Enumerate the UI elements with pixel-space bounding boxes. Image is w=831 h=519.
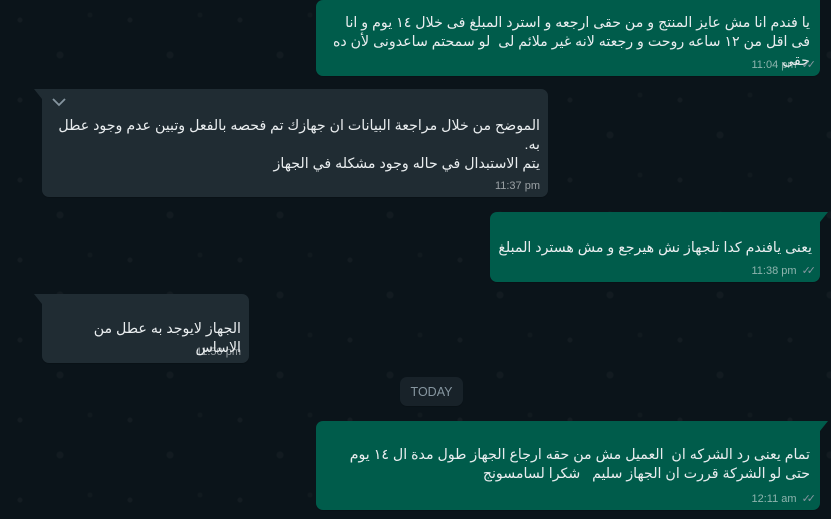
message-bubble-outgoing[interactable]: يا فندم انا مش عايز المنتج و من حقى ارجع…: [316, 0, 820, 76]
message-time: 12:11 am: [751, 492, 797, 505]
bubble-tail: [34, 89, 42, 99]
message-bubble-incoming[interactable]: الجهاز لايوجد به عطل من الاساس 11:50 pm: [34, 294, 249, 363]
message-text: الموضح من خلال مراجعة البيانات ان جهازك …: [58, 118, 540, 172]
bubble-tail: [820, 212, 828, 222]
message-meta: 11:38 pm ✓✓: [751, 264, 817, 278]
message-meta: 11:37 pm: [495, 180, 540, 192]
message-text: تمام يعنى رد الشركه ان العميل مش من حقه …: [345, 447, 810, 482]
double-check-icon: ✓✓: [801, 59, 817, 71]
message-text: يعنى يافندم كدا تلجهاز نش هيرجع و مش هست…: [498, 240, 812, 256]
message-bubble-outgoing[interactable]: يعنى يافندم كدا تلجهاز نش هيرجع و مش هست…: [490, 212, 828, 282]
message-meta: 11:04 pm ✓✓: [751, 58, 817, 72]
message-bubble-outgoing[interactable]: تمام يعنى رد الشركه ان العميل مش من حقه …: [316, 421, 828, 510]
bubble-tail: [820, 421, 828, 431]
message-meta: 12:11 am ✓✓: [751, 492, 817, 506]
double-check-icon: ✓✓: [801, 493, 817, 505]
message-time: 11:50 pm: [195, 346, 241, 358]
message-text: يا فندم انا مش عايز المنتج و من حقى ارجع…: [328, 15, 810, 69]
message-time: 11:38 pm: [751, 264, 797, 277]
message-bubble-incoming[interactable]: الموضح من خلال مراجعة البيانات ان جهازك …: [34, 89, 548, 197]
bubble-tail: [34, 294, 42, 304]
message-time: 11:37 pm: [494, 180, 540, 192]
double-check-icon: ✓✓: [801, 265, 817, 277]
date-separator: TODAY: [400, 377, 463, 406]
message-meta: 11:50 pm: [196, 346, 241, 358]
chevron-down-icon[interactable]: [52, 97, 66, 107]
message-time: 11:04 pm: [751, 58, 797, 71]
